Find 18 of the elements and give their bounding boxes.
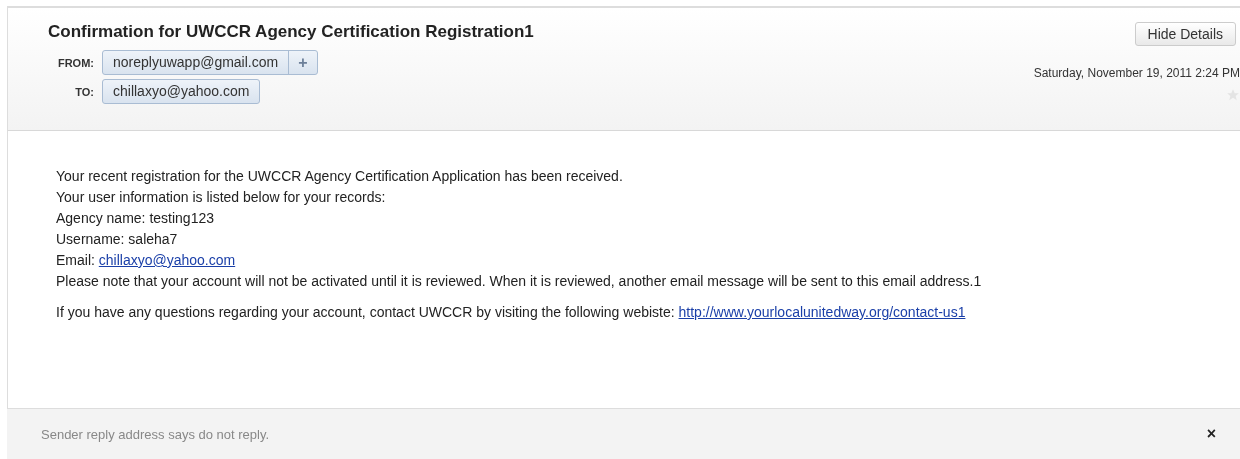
message-date: Saturday, November 19, 2011 2:24 PM	[1033, 66, 1240, 80]
no-reply-notice: Sender reply address says do not reply.	[41, 426, 270, 442]
recipient-chip[interactable]: chillaxyo@yahoo.com	[102, 79, 261, 104]
body-text: Agency name: testing123	[56, 209, 215, 228]
from-label: FROM:	[57, 56, 94, 69]
to-label: TO:	[75, 85, 94, 98]
close-button[interactable]: ×	[1200, 424, 1222, 444]
body-text: Please note that your account will not be activated until it is reviewed. When it is reviewed, another email message will be sent to this email address.1	[56, 272, 983, 291]
body-link[interactable]: http://www.yourlocalunitedway.org/contact-us1	[678, 304, 966, 320]
body-text: Username: saleha7	[56, 230, 179, 249]
body-text: Email:	[56, 252, 96, 268]
body-text: If you have any questions regarding your account, contact UWCCR by visiting the following webiste:	[56, 304, 676, 320]
hide-details-button[interactable]: Hide Details	[1134, 22, 1236, 46]
message-subject: Confirmation for UWCCR Agency Certification Registration1	[48, 22, 534, 42]
body-text: Your user information is listed below for your records:	[56, 188, 387, 207]
body-link[interactable]: chillaxyo@yahoo.com	[98, 252, 236, 268]
sender-chip[interactable]: noreplyuwapp@gmail.com +	[102, 50, 318, 75]
body-text: Your recent registration for the UWCCR Agency Certification Application has been received.	[56, 167, 624, 186]
